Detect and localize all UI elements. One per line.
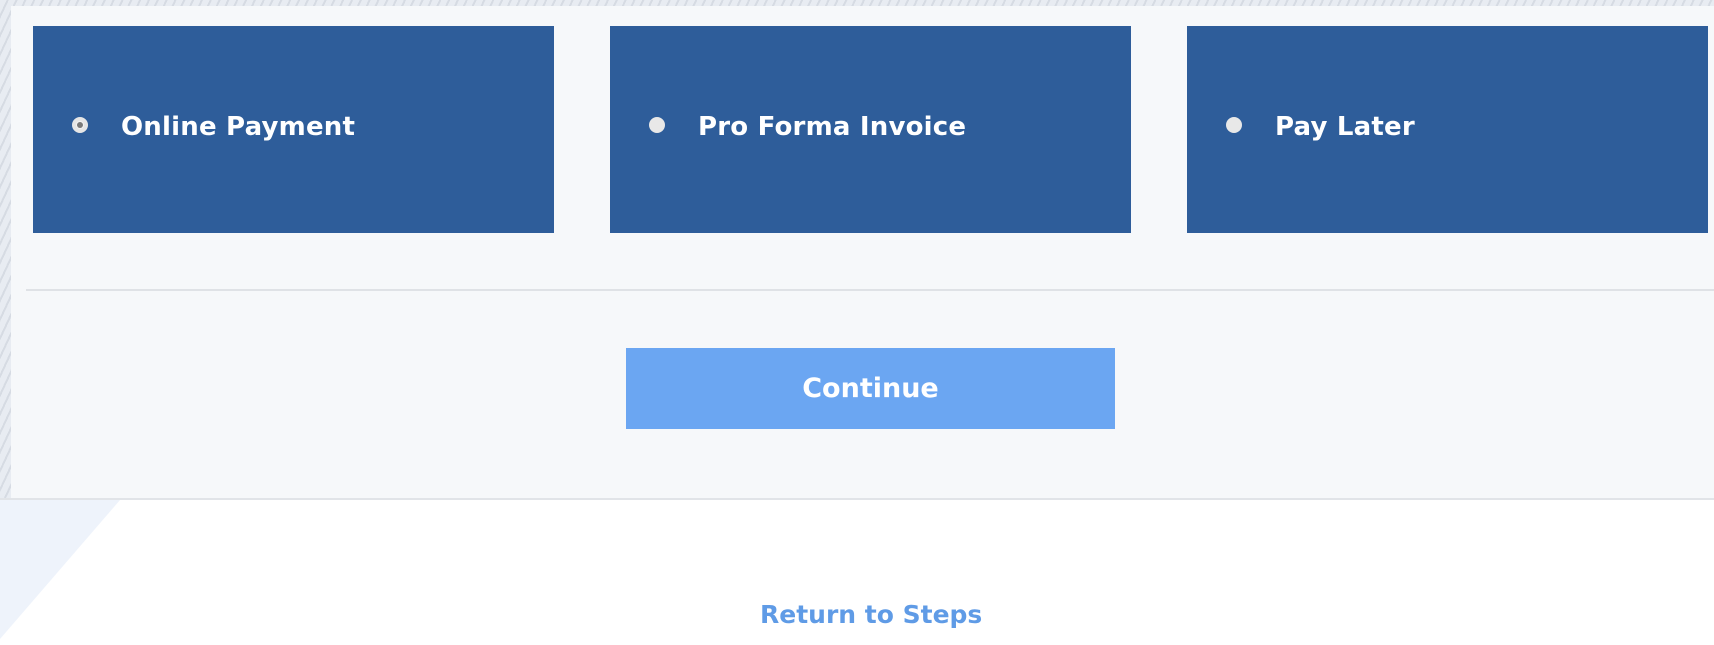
payment-option-pro-forma-invoice[interactable]: Pro Forma Invoice xyxy=(610,26,1131,233)
radio-unselected-icon[interactable] xyxy=(649,117,665,133)
payment-option-label: Pay Later xyxy=(1275,112,1415,142)
payment-option-label: Online Payment xyxy=(121,112,356,142)
radio-selected-icon[interactable] xyxy=(72,117,88,133)
payment-option-label: Pro Forma Invoice xyxy=(698,112,967,142)
payment-option-pay-later[interactable]: Pay Later xyxy=(1187,26,1708,233)
divider xyxy=(26,289,1714,291)
continue-button[interactable]: Continue xyxy=(626,348,1115,429)
return-to-steps-link[interactable]: Return to Steps xyxy=(760,600,982,629)
radio-unselected-icon[interactable] xyxy=(1226,117,1242,133)
payment-option-online-payment[interactable]: Online Payment xyxy=(33,26,554,233)
decorative-shape xyxy=(0,500,120,639)
